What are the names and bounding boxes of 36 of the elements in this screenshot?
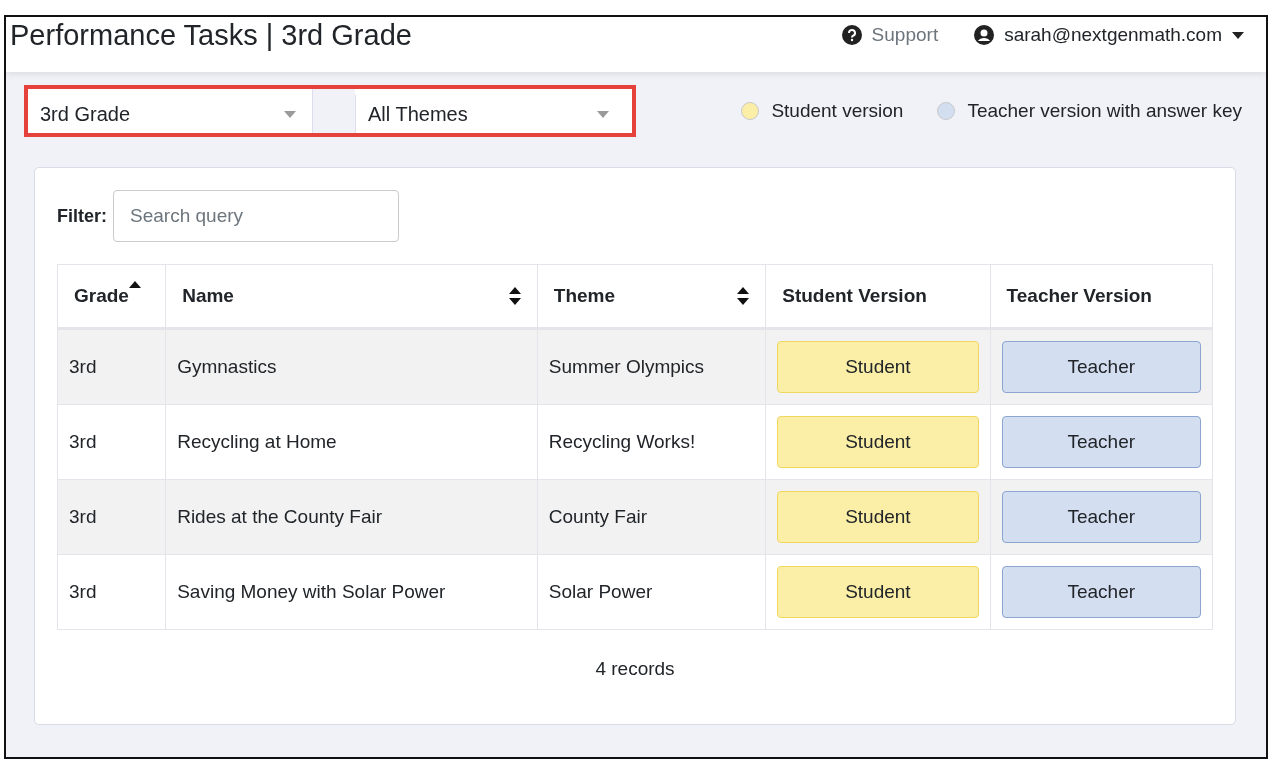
table-cell: County Fair: [537, 479, 766, 555]
support-link[interactable]: Support: [841, 24, 939, 46]
record-count: 4 records: [594, 658, 676, 680]
table-cell: 3rd: [57, 404, 166, 480]
user-icon: [974, 25, 995, 45]
teacher-button[interactable]: Teacher: [1001, 491, 1201, 543]
page-title: Performance Tasks | 3rd Grade: [10, 18, 413, 53]
student-button[interactable]: Student: [777, 341, 979, 393]
legend-label: Student version: [771, 100, 904, 122]
grade-select[interactable]: 3rd Grade: [28, 95, 312, 133]
user-menu[interactable]: sarah@nextgenmath.com: [974, 24, 1244, 46]
caret-icon: [597, 110, 609, 118]
select-separator: [312, 89, 355, 133]
table-cell: 3rd: [57, 554, 166, 630]
table-cell: Gymnastics: [165, 328, 538, 405]
legend-label: Teacher version with answer key: [967, 100, 1242, 122]
student-button[interactable]: Student: [777, 416, 979, 468]
student-button[interactable]: Student: [777, 491, 979, 543]
table-cell: 3rd: [57, 328, 166, 405]
help-icon: [841, 25, 862, 45]
teacher-button[interactable]: Teacher: [1001, 341, 1201, 393]
caret-icon: [284, 110, 296, 118]
teacher-button[interactable]: Teacher: [1001, 566, 1201, 618]
table-cell: Recycling Works!: [537, 404, 766, 480]
search-field[interactable]: Search query: [113, 190, 399, 242]
theme-select[interactable]: All Themes: [355, 95, 625, 133]
table-cell: Saving Money with Solar Power: [165, 554, 538, 630]
student-button[interactable]: Student: [777, 566, 979, 618]
teacher-button[interactable]: Teacher: [1001, 416, 1201, 468]
caret-icon: [1232, 31, 1244, 39]
table-cell: Solar Power: [537, 554, 766, 630]
table-cell: Summer Olympics: [537, 328, 766, 405]
table-cell: Rides at the County Fair: [165, 479, 538, 555]
table-cell: Recycling at Home: [165, 404, 538, 480]
table-cell: 3rd: [57, 479, 166, 555]
filter-label: Filter:: [57, 205, 107, 227]
